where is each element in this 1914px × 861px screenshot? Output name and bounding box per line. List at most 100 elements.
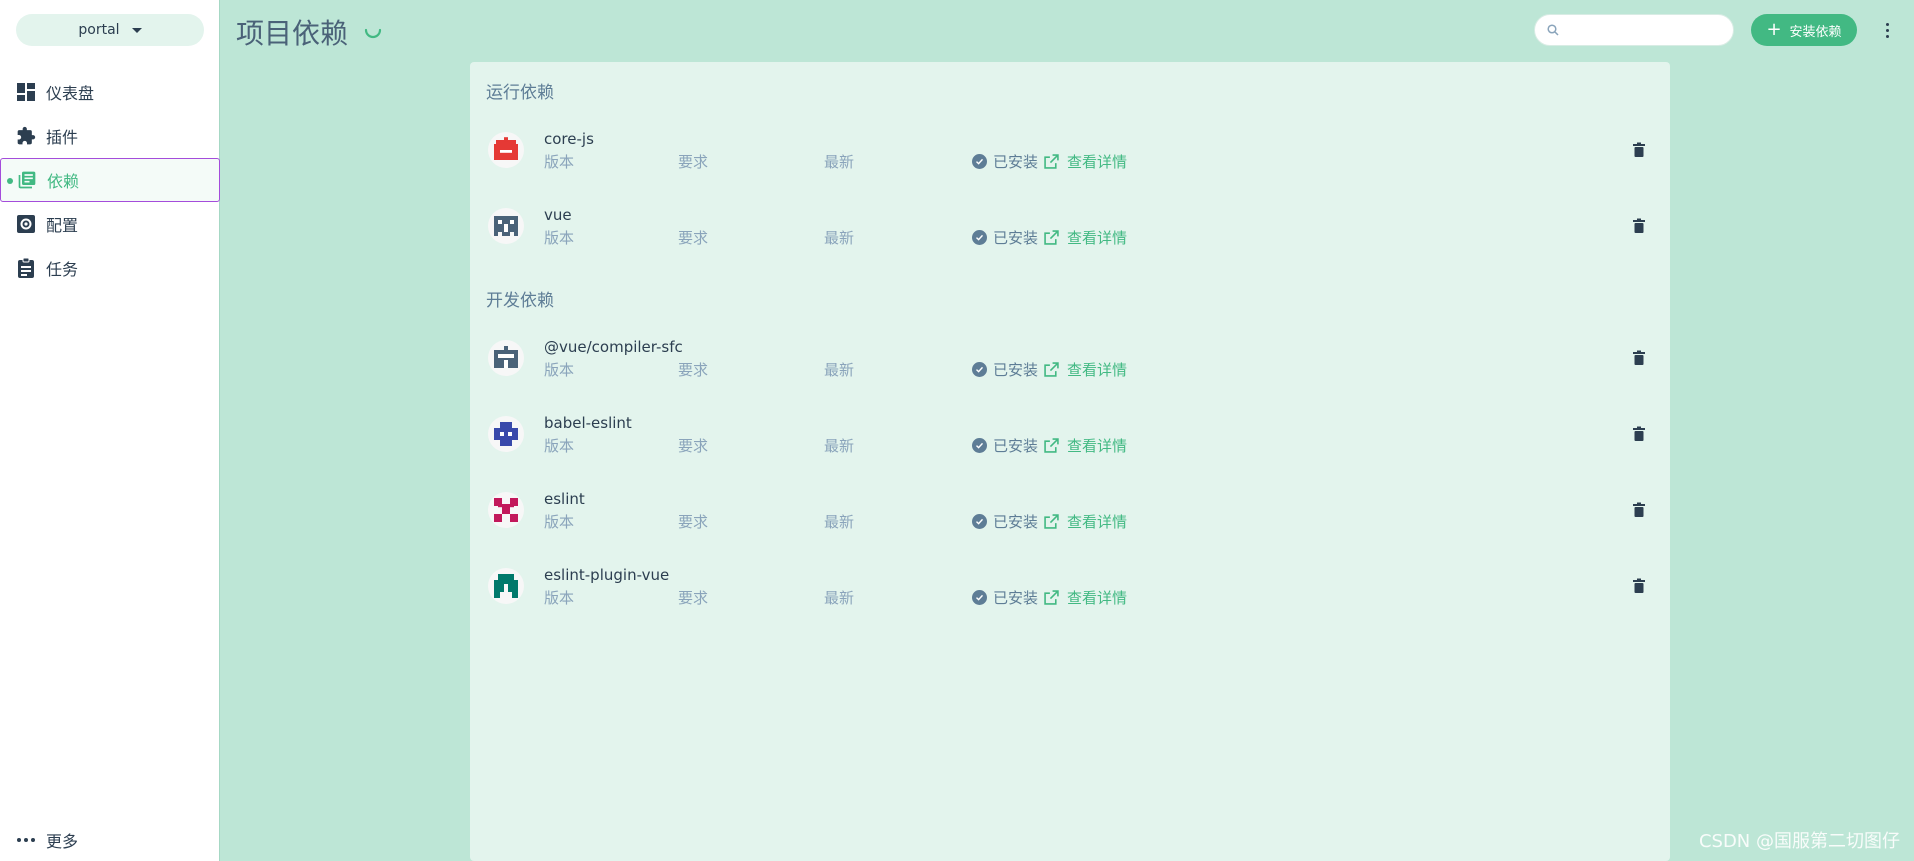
package-avatar-icon <box>488 416 524 452</box>
sidebar-item-label: 依赖 <box>47 172 80 191</box>
section-title-runtime: 运行依赖 <box>486 83 554 103</box>
view-details-link[interactable]: 查看详情 <box>1067 359 1127 380</box>
view-details-link[interactable]: 查看详情 <box>1067 227 1127 248</box>
open-in-new-icon <box>1044 154 1059 169</box>
section-title-dev: 开发依赖 <box>486 291 554 311</box>
more-menu[interactable]: 更多 <box>16 825 78 855</box>
view-details-link[interactable]: 查看详情 <box>1067 435 1127 456</box>
dependency-name: eslint-plugin-vue <box>544 566 670 584</box>
loading-spinner-icon <box>364 28 382 39</box>
version-label: 版本 <box>544 229 575 247</box>
sidebar-item-dependencies[interactable]: 依赖 <box>0 158 220 202</box>
install-dependency-button[interactable]: + 安装依赖 <box>1751 14 1857 46</box>
latest-label: 最新 <box>824 513 855 531</box>
delete-icon[interactable] <box>1632 142 1646 158</box>
dependency-name: babel-eslint <box>544 414 632 432</box>
open-in-new-icon <box>1044 230 1059 245</box>
open-in-new-icon <box>1044 590 1059 605</box>
sidebar-item-label: 插件 <box>46 128 79 147</box>
version-label: 版本 <box>544 513 575 531</box>
dependency-item[interactable]: vue 版本 要求 最新 已安装 查看详情 <box>470 194 1670 270</box>
package-avatar-icon <box>488 132 524 168</box>
dependency-item[interactable]: babel-eslint 版本 要求 最新 已安装 查看详情 <box>470 402 1670 478</box>
latest-label: 最新 <box>824 229 855 247</box>
search-input[interactable] <box>1567 22 1727 38</box>
dependency-name: core-js <box>544 130 594 148</box>
required-label: 要求 <box>678 361 709 379</box>
sidebar-nav: 仪表盘 插件 依赖 配置 任务 <box>0 70 220 290</box>
required-label: 要求 <box>678 437 709 455</box>
installed-label: 已安装 <box>993 437 1039 455</box>
more-vert-icon[interactable] <box>1880 18 1894 42</box>
package-avatar-icon <box>488 492 524 528</box>
dependency-item[interactable]: core-js 版本 要求 最新 已安装 查看详情 <box>470 118 1670 194</box>
view-details-link[interactable]: 查看详情 <box>1067 151 1127 172</box>
open-in-new-icon <box>1044 438 1059 453</box>
sidebar-item-config[interactable]: 配置 <box>0 202 220 246</box>
check-circle-icon <box>972 230 987 245</box>
project-name: portal <box>78 22 120 38</box>
puzzle-icon <box>16 126 36 146</box>
version-label: 版本 <box>544 437 575 455</box>
dependency-item[interactable]: eslint 版本 要求 最新 已安装 查看详情 <box>470 478 1670 554</box>
required-label: 要求 <box>678 513 709 531</box>
check-circle-icon <box>972 590 987 605</box>
active-indicator <box>7 178 13 184</box>
more-horiz-icon <box>16 838 36 842</box>
settings-icon <box>16 214 36 234</box>
latest-label: 最新 <box>824 437 855 455</box>
install-status: 已安装 查看详情 <box>972 227 1127 248</box>
view-details-link[interactable]: 查看详情 <box>1067 587 1127 608</box>
install-status: 已安装 查看详情 <box>972 511 1127 532</box>
latest-label: 最新 <box>824 589 855 607</box>
check-circle-icon <box>972 362 987 377</box>
dependency-item[interactable]: @vue/compiler-sfc 版本 要求 最新 已安装 查看详情 <box>470 326 1670 402</box>
search-icon <box>1547 24 1559 36</box>
sidebar-item-plugins[interactable]: 插件 <box>0 114 220 158</box>
latest-label: 最新 <box>824 153 855 171</box>
sidebar-item-label: 任务 <box>46 260 79 279</box>
installed-label: 已安装 <box>993 589 1039 607</box>
more-label: 更多 <box>46 832 79 851</box>
check-circle-icon <box>972 438 987 453</box>
delete-icon[interactable] <box>1632 426 1646 442</box>
dependency-item[interactable]: eslint-plugin-vue 版本 要求 最新 已安装 查看详情 <box>470 554 1670 630</box>
clipboard-icon <box>16 258 36 278</box>
open-in-new-icon <box>1044 362 1059 377</box>
required-label: 要求 <box>678 589 709 607</box>
dependency-name: eslint <box>544 490 585 508</box>
library-books-icon <box>17 170 37 190</box>
view-details-link[interactable]: 查看详情 <box>1067 511 1127 532</box>
install-status: 已安装 查看详情 <box>972 359 1127 380</box>
package-avatar-icon <box>488 568 524 604</box>
sidebar-item-dashboard[interactable]: 仪表盘 <box>0 70 220 114</box>
search-box[interactable] <box>1534 14 1734 46</box>
project-selector[interactable]: portal <box>16 14 204 46</box>
open-in-new-icon <box>1044 514 1059 529</box>
plus-icon: + <box>1766 19 1782 40</box>
installed-label: 已安装 <box>993 361 1039 379</box>
version-label: 版本 <box>544 589 575 607</box>
installed-label: 已安装 <box>993 153 1039 171</box>
latest-label: 最新 <box>824 361 855 379</box>
page-title: 项目依赖 <box>236 17 349 50</box>
package-avatar-icon <box>488 208 524 244</box>
version-label: 版本 <box>544 361 575 379</box>
delete-icon[interactable] <box>1632 578 1646 594</box>
package-avatar-icon <box>488 340 524 376</box>
caret-down-icon <box>131 27 142 33</box>
dependency-name: @vue/compiler-sfc <box>544 338 683 356</box>
delete-icon[interactable] <box>1632 502 1646 518</box>
check-circle-icon <box>972 514 987 529</box>
install-status: 已安装 查看详情 <box>972 435 1127 456</box>
install-status: 已安装 查看详情 <box>972 151 1127 172</box>
required-label: 要求 <box>678 153 709 171</box>
dependency-name: vue <box>544 206 572 224</box>
delete-icon[interactable] <box>1632 350 1646 366</box>
sidebar-item-tasks[interactable]: 任务 <box>0 246 220 290</box>
delete-icon[interactable] <box>1632 218 1646 234</box>
required-label: 要求 <box>678 229 709 247</box>
installed-label: 已安装 <box>993 229 1039 247</box>
sidebar-item-label: 配置 <box>46 216 79 235</box>
version-label: 版本 <box>544 153 575 171</box>
